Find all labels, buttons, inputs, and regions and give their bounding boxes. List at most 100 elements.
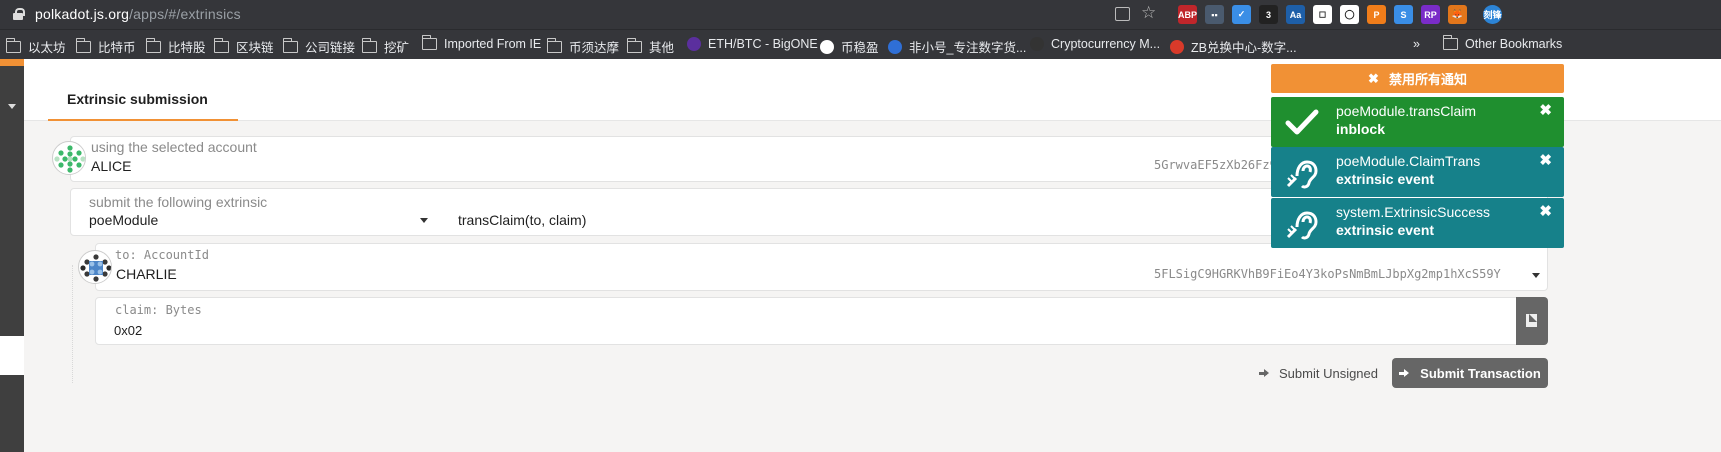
module-dropdown-icon[interactable] [420,218,428,223]
assistive-listening-icon [1286,160,1318,189]
sidebar-toggle-icon[interactable] [8,104,16,109]
param-claim[interactable]: claim: Bytes 0x02 [95,297,1517,345]
folder-icon [145,37,161,53]
param-claim-label: claim: Bytes [115,303,202,317]
bookmark-item[interactable]: 币稳盈 [820,37,879,56]
bookmark-item[interactable]: 非小号_专注数字货... [888,37,1026,56]
extension-icon[interactable]: 刻锋 [1483,5,1502,24]
sidebar-accent [0,59,24,66]
bookmark-label: 区块链 [236,41,274,55]
disable-all-notifications-button[interactable]: ✖ 禁用所有通知 [1271,64,1564,93]
account-identicon [52,141,86,175]
assistive-listening-icon [1286,211,1318,240]
call-select[interactable]: transClaim(to, claim) [458,212,586,228]
site-favicon-icon [1170,39,1184,54]
bookmark-item[interactable]: Cryptocurrency M... [1030,37,1160,51]
folder-icon [213,37,229,53]
close-icon[interactable]: ✖ [1539,151,1552,169]
bookmark-label: ZB兑换中心-数字... [1191,41,1297,55]
sign-in-icon [1259,368,1271,379]
bookmark-label: 其他 [649,41,675,55]
submit-transaction-label: Submit Transaction [1420,365,1541,381]
notification-title: poeModule.ClaimTrans [1336,153,1481,169]
bookmark-item[interactable]: Other Bookmarks [1442,35,1563,51]
tab-label: Extrinsic submission [67,91,208,107]
bookmark-label: 公司链接 [305,41,356,55]
notification-item[interactable]: poeModule.transClaim inblock ✖ [1271,97,1564,147]
extension-icon[interactable]: RP [1421,5,1440,24]
account-label: using the selected account [91,139,257,155]
star-icon[interactable]: ☆ [1141,3,1156,23]
submit-transaction-button[interactable]: Submit Transaction [1392,358,1548,388]
close-icon[interactable]: ✖ [1539,202,1552,220]
bookmark-item[interactable]: » [1413,37,1420,51]
sign-in-icon [1399,368,1411,379]
module-select[interactable]: poeModule [89,212,158,228]
browser-url-bar[interactable]: polkadot.js.org/apps/#/extrinsics ☆ ABP ▪… [0,0,1721,29]
bookmark-item[interactable]: 公司链接 [282,37,356,56]
close-icon[interactable]: ✖ [1539,101,1552,119]
url-text[interactable]: polkadot.js.org/apps/#/extrinsics [35,6,241,22]
submit-unsigned-button[interactable]: Submit Unsigned [1259,356,1378,390]
folder-icon [1442,35,1458,50]
site-favicon-icon [687,37,701,51]
bookmark-item[interactable]: 区块链 [213,37,274,56]
extension-icon[interactable]: 🦊 [1448,5,1467,24]
extension-icon[interactable]: P [1367,5,1386,24]
sidebar-lower [0,375,24,452]
disable-all-label: 禁用所有通知 [1388,72,1467,87]
param-to-identicon [78,250,112,284]
bookmark-label: Imported From IE [444,37,542,51]
extrinsic-label: submit the following extrinsic [89,194,268,210]
bookmark-label: 非小号_专注数字货... [909,41,1027,55]
site-favicon-icon [820,39,834,54]
bookmark-item[interactable]: 比特币 [75,37,136,56]
file-upload-button[interactable] [1516,297,1548,345]
extension-icon[interactable]: ✓ [1232,5,1251,24]
bookmark-item[interactable]: 比特股 [145,37,206,56]
bookmark-label: 比特股 [168,41,206,55]
param-to-address: 5FLSigC9HGRKVhB9FiEo4Y3koPsNmBmLJbpXg2mp… [1154,267,1501,281]
bookmark-item[interactable]: 币须达摩 [546,37,619,56]
bookmark-item[interactable]: ZB兑换中心-数字... [1170,37,1297,56]
bookmark-item[interactable]: Imported From IE [421,35,542,51]
extension-icon[interactable]: Aa [1286,5,1305,24]
param-claim-input[interactable]: 0x02 [114,323,142,338]
bookmark-item[interactable]: 挖矿 [361,37,409,56]
extension-icon[interactable]: ABP [1178,5,1197,24]
extension-icon[interactable]: 3 [1259,5,1278,24]
notification-status: inblock [1336,121,1386,137]
bookmarks-bar: 以太坊 比特币 比特股 区块链 公司链接 挖矿 Imported From IE 币须达摩 其他… [0,29,1721,59]
bookmark-label: 比特币 [98,41,136,55]
bookmark-item[interactable]: 其他 [626,37,675,56]
folder-icon [5,37,21,53]
lock-icon [13,8,25,20]
translate-icon[interactable] [1115,7,1130,21]
url-path: /apps/#/extrinsics [129,6,241,22]
bookmark-item[interactable]: ETH/BTC - BigONE [687,37,818,51]
extension-icon[interactable]: ◯ [1340,5,1359,24]
url-host: polkadot.js.org [35,6,130,22]
param-to-label: to: AccountId [115,248,209,262]
bookmark-label: Cryptocurrency M... [1051,37,1161,51]
folder-icon [626,37,642,53]
param-to[interactable]: to: AccountId CHARLIE 5FLSigC9HGRKVhB9Fi… [95,243,1548,291]
tab-extrinsic-submission[interactable]: Extrinsic submission [48,59,238,121]
bookmark-label: 币稳盈 [841,41,879,55]
notification-item[interactable]: system.ExtrinsicSuccess extrinsic event ✖ [1271,198,1564,248]
extension-icon[interactable]: ◻ [1313,5,1332,24]
bookmark-item[interactable]: 以太坊 [5,37,66,56]
bookmark-label: Other Bookmarks [1465,37,1563,51]
close-icon: ✖ [1368,70,1379,86]
notification-status: extrinsic event [1336,171,1435,187]
site-favicon-icon [1030,37,1044,51]
params-guide [72,265,75,383]
submit-unsigned-label: Submit Unsigned [1279,365,1378,381]
check-icon [1285,109,1319,135]
extension-icon[interactable]: S [1394,5,1413,24]
notification-item[interactable]: poeModule.ClaimTrans extrinsic event ✖ [1271,147,1564,197]
extension-toolbar: ABP ▪▪ ✓ 3 Aa ◻ ◯ P S RP 🦊 刻锋 [1178,5,1502,25]
param-to-dropdown-icon[interactable] [1532,273,1540,278]
extension-icon[interactable]: ▪▪ [1205,5,1224,24]
param-to-name: CHARLIE [116,266,177,282]
